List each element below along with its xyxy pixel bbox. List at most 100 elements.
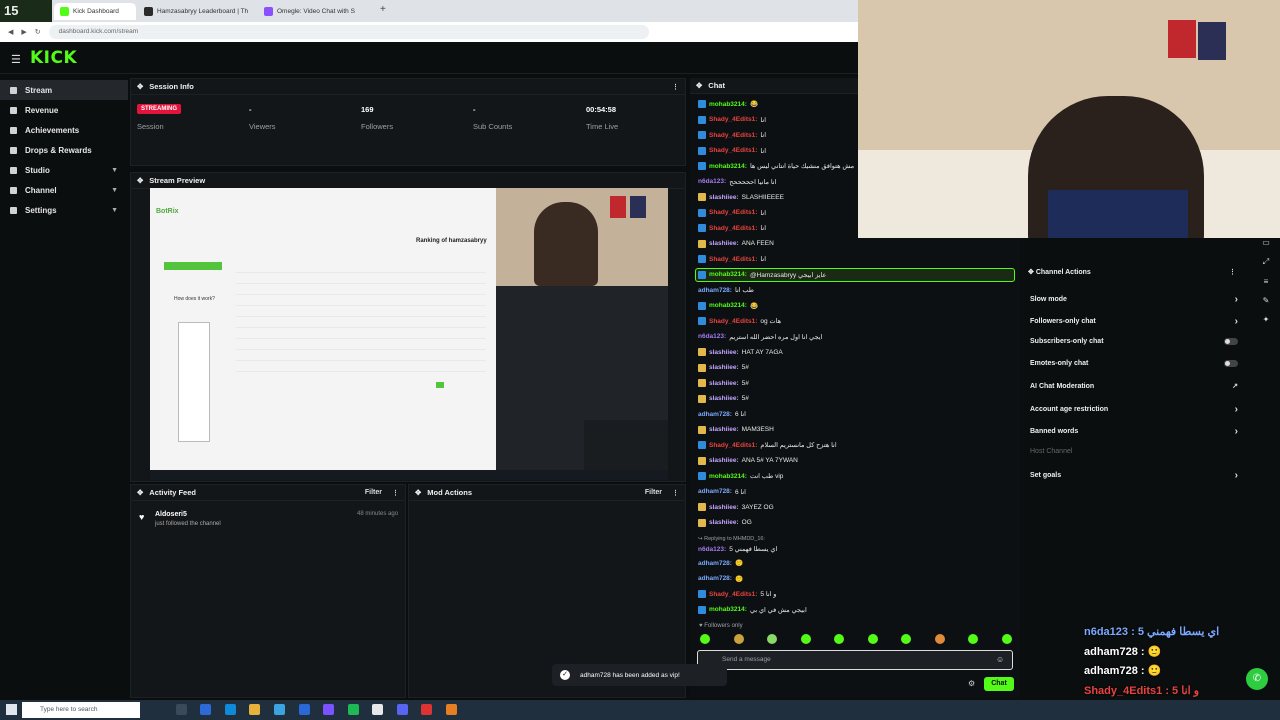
url-field[interactable]: dashboard.kick.com/stream <box>48 25 649 39</box>
store-icon[interactable] <box>274 704 285 715</box>
emote-icon[interactable] <box>800 634 811 644</box>
grip-icon[interactable]: ✥ <box>415 488 421 497</box>
more-options-icon[interactable]: ⋮ <box>672 83 679 91</box>
chat-username[interactable]: Shady_4Edits1: <box>709 209 757 216</box>
toggle-switch[interactable] <box>1224 338 1238 345</box>
more-options-icon[interactable]: ⋮ <box>1229 268 1236 276</box>
new-tab-button[interactable]: + <box>380 4 386 15</box>
emote-icon[interactable] <box>834 634 845 644</box>
hamburger-menu-icon[interactable]: ☰ <box>11 53 21 66</box>
taskbar-search-input[interactable]: Type here to search <box>22 702 140 718</box>
channel-action-banned-words[interactable]: Banned words › <box>1030 426 1238 437</box>
chat-username[interactable]: slashiiee: <box>709 395 739 402</box>
reload-icon[interactable]: ↻ <box>35 28 41 36</box>
channel-action-set-goals[interactable]: Set goals › <box>1030 470 1238 481</box>
forward-icon[interactable]: ▶ <box>21 28 26 36</box>
browser-tab-leaderboard[interactable]: Hamzasabryy Leaderboard | Th <box>138 3 258 20</box>
sidebar-item-channel[interactable]: Channel ▼ <box>0 180 128 200</box>
sidebar-item-drops-rewards[interactable]: Drops & Rewards <box>0 140 128 160</box>
app-icon[interactable] <box>323 704 334 715</box>
chat-username[interactable]: Shady_4Edits1: <box>709 132 757 139</box>
emote-icon[interactable] <box>934 634 945 644</box>
windows-start-icon[interactable] <box>6 704 17 715</box>
chat-username[interactable]: adham728: <box>698 411 732 418</box>
chat-username[interactable]: Shady_4Edits1: <box>709 225 757 232</box>
chat-username[interactable]: mohab3214: <box>709 101 747 108</box>
sidebar-item-revenue[interactable]: Revenue <box>0 100 128 120</box>
grip-icon[interactable]: ✥ <box>137 176 143 185</box>
grip-icon[interactable]: ✥ <box>1028 268 1034 276</box>
filter-button[interactable]: Filter <box>365 489 382 497</box>
back-icon[interactable]: ◀ <box>8 28 13 36</box>
chat-username[interactable]: mohab3214: <box>709 163 747 170</box>
emote-icon[interactable] <box>767 634 778 644</box>
palette-icon[interactable]: ✦ <box>1263 315 1270 324</box>
emote-icon[interactable] <box>867 634 878 644</box>
chat-username[interactable]: slashiiee: <box>709 240 739 247</box>
app-icon[interactable] <box>446 704 457 715</box>
channel-action-followers-only-chat[interactable]: Followers-only chat › <box>1030 316 1238 327</box>
grip-icon[interactable]: ✥ <box>137 82 143 91</box>
sidebar-item-achievements[interactable]: Achievements <box>0 120 128 140</box>
screen-icon[interactable]: ▭ <box>1262 238 1270 247</box>
wrench-icon[interactable]: ✎ <box>1263 296 1270 305</box>
chrome-icon[interactable] <box>372 704 383 715</box>
chat-username[interactable]: slashiiee: <box>709 504 739 511</box>
list-icon[interactable]: ≡ <box>1264 277 1269 286</box>
chat-username[interactable]: slashiiee: <box>709 364 739 371</box>
chat-username[interactable]: Shady_4Edits1: <box>709 591 757 598</box>
chat-username[interactable]: slashiiee: <box>709 349 739 356</box>
channel-action-slow-mode[interactable]: Slow mode › <box>1030 294 1238 305</box>
chat-username[interactable]: Shady_4Edits1: <box>709 442 757 449</box>
chat-username[interactable]: n6da123: <box>698 178 726 185</box>
emote-icon[interactable] <box>968 634 979 644</box>
more-options-icon[interactable]: ⋮ <box>392 489 399 497</box>
chat-input[interactable]: Send a message <box>697 650 1013 670</box>
chat-username[interactable]: slashiiee: <box>709 519 739 526</box>
toggle-switch[interactable] <box>1224 360 1238 367</box>
emoji-icon[interactable]: ☺ <box>996 655 1004 664</box>
expand-icon[interactable]: ⤢ <box>1263 257 1269 267</box>
kick-logo[interactable]: KICK <box>30 48 77 68</box>
chat-username[interactable]: slashiiee: <box>709 426 739 433</box>
chat-username[interactable]: mohab3214: <box>709 271 747 278</box>
app-icon[interactable] <box>200 704 211 715</box>
channel-action-account-age-restriction[interactable]: Account age restriction › <box>1030 404 1238 415</box>
edge-icon[interactable] <box>225 704 236 715</box>
gear-icon[interactable]: ⚙ <box>968 679 975 688</box>
channel-action-emotes-only-chat[interactable]: Emotes-only chat <box>1030 360 1238 367</box>
chat-username[interactable]: mohab3214: <box>709 302 747 309</box>
browser-tab-kick-dashboard[interactable]: Kick Dashboard <box>54 3 136 20</box>
grip-icon[interactable]: ✥ <box>137 488 143 497</box>
browser-tab-omegle[interactable]: Omegle: Video Chat with S <box>258 3 374 20</box>
chat-username[interactable]: slashiiee: <box>709 194 739 201</box>
app-icon[interactable] <box>421 704 432 715</box>
chat-username[interactable]: mohab3214: <box>709 606 747 613</box>
stream-preview-video[interactable]: BotRix Ranking of hamzasabryy How does i… <box>150 188 668 480</box>
channel-action-subscribers-only-chat[interactable]: Subscribers-only chat <box>1030 338 1238 345</box>
chat-username[interactable]: adham728: <box>698 287 732 294</box>
chat-username[interactable]: mohab3214: <box>709 473 747 480</box>
grip-icon[interactable]: ✥ <box>696 81 702 90</box>
activity-user[interactable]: Aldoseri5 <box>155 511 187 518</box>
mail-icon[interactable] <box>299 704 310 715</box>
more-options-icon[interactable]: ⋮ <box>672 489 679 497</box>
emote-icon[interactable] <box>901 634 912 644</box>
chat-username[interactable]: Shady_4Edits1: <box>709 116 757 123</box>
chat-username[interactable]: slashiiee: <box>709 380 739 387</box>
sidebar-item-studio[interactable]: Studio ▼ <box>0 160 128 180</box>
discord-icon[interactable] <box>397 704 408 715</box>
phone-icon[interactable]: ✆ <box>1246 668 1268 690</box>
spotify-icon[interactable] <box>348 704 359 715</box>
chat-username[interactable]: Shady_4Edits1: <box>709 147 757 154</box>
chat-send-button[interactable]: Chat <box>984 677 1014 691</box>
chat-username[interactable]: adham728: <box>698 560 732 567</box>
chat-username[interactable]: Shady_4Edits1: <box>709 256 757 263</box>
channel-action-ai-chat-moderation[interactable]: AI Chat Moderation ↗ <box>1030 382 1238 391</box>
chat-username[interactable]: adham728: <box>698 575 732 582</box>
chat-username[interactable]: slashiiee: <box>709 457 739 464</box>
chat-username[interactable]: adham728: <box>698 488 732 495</box>
task-view-icon[interactable] <box>176 704 187 715</box>
folder-icon[interactable] <box>249 704 260 715</box>
emote-icon[interactable] <box>700 634 710 644</box>
